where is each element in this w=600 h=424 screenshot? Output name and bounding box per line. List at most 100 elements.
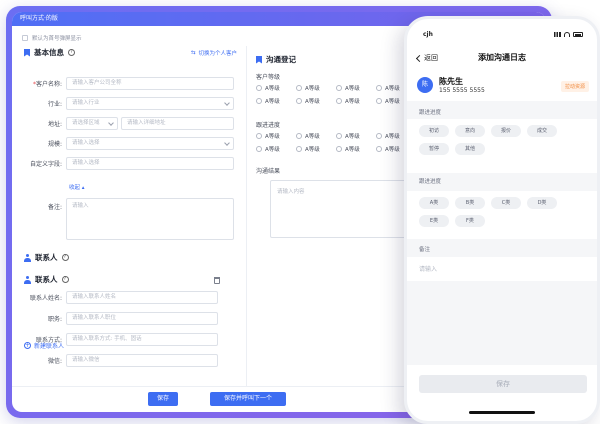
custom-field-input[interactable]: 请输入选择 [66,156,234,170]
contact-title-input[interactable]: 请输入联系人职位 [66,311,218,325]
progress-chip-group: 初访 意向 报价 成交暂停 其他 [419,125,589,155]
trash-icon[interactable] [214,277,220,284]
basic-info-heading: 基本信息 ? [24,47,75,58]
default-popup-checkbox[interactable]: 默认为首号弹屏显示 [22,34,82,42]
radio-label: A等级 [385,147,400,153]
customer-name-label: 客户名称: [35,80,62,88]
field-custom: 自定义字段: 请输入选择 [12,156,234,170]
customer-name-input[interactable]: 请输入客户公司全称 [66,76,234,90]
chip[interactable]: 暂停 [419,143,449,155]
field-scale: 规模: 请输入选择 [12,136,234,150]
field-address: 地址: 请选择区域 请输入详细地址 [12,116,234,130]
contact-item-heading: 联系人 ? [24,274,69,285]
contact-wechat-input[interactable]: 请输入微信 [66,353,218,367]
radio-circle-icon [296,133,302,139]
contact-card: 陈 陈先生 155 5555 5555 拉动资源 [417,75,589,103]
radio-label: A等级 [345,86,360,92]
save-and-call-next-button[interactable]: 保存并呼叫下一个 [210,392,286,406]
remark-textarea[interactable]: 请输入 [66,198,234,240]
person-icon [24,253,31,262]
chip[interactable]: 报价 [491,125,521,137]
radio-label: A等级 [345,99,360,105]
field-customer-name: *客户名称: 请输入客户公司全称 [12,76,234,90]
home-indicator [469,411,535,414]
chip[interactable]: E类 [419,215,449,227]
radio-circle-icon [296,85,302,91]
chevron-left-icon [415,54,424,62]
field-remark: 备注: 请输入 [12,198,234,244]
mobile-remark-input[interactable]: 请输入 [419,264,437,273]
radio-label: A等级 [305,99,320,105]
comm-heading: 沟通登记 [256,54,296,65]
chip[interactable]: 其他 [455,143,485,155]
follow-progress-label: 跟进进度 [256,122,281,129]
radio-circle-icon [376,85,382,91]
follow-progress-option[interactable]: A等级 [256,132,290,140]
customer-level-option[interactable]: A等级 [256,84,290,92]
radio-label: A等级 [265,99,280,105]
radio-circle-icon [336,98,342,104]
switch-to-personal-link[interactable]: ⇆ 切换为个人客户 [191,49,237,57]
contact-phone-input[interactable]: 请输入联系方式: 手机、固话 [66,332,218,346]
field-industry: 行业: 请输入行业 [12,96,234,110]
industry-select[interactable]: 请输入行业 [66,96,234,110]
mobile-save-button[interactable]: 保存 [419,375,587,393]
checkbox-label: 默认为首号弹屏显示 [32,36,82,42]
contacts-section-title: 联系人 [35,253,58,262]
region-select[interactable]: 请选择区域 [66,116,118,130]
radio-circle-icon [256,98,262,104]
follow-progress-option[interactable]: A等级 [336,145,370,153]
save-button[interactable]: 保存 [148,392,178,406]
chip[interactable]: C类 [491,197,521,209]
chip[interactable]: 成交 [527,125,557,137]
plus-circle-icon: + [24,342,31,349]
radio-circle-icon [336,85,342,91]
radio-circle-icon [376,146,382,152]
customer-level-option[interactable]: A等级 [296,84,330,92]
region-placeholder: 请选择区域 [72,119,100,126]
comm-result-textarea[interactable]: 请输入内容 [270,180,420,238]
bookmark-icon [256,55,262,64]
battery-icon [573,32,583,37]
add-contact-button[interactable]: + 新建联系人 [24,341,64,350]
follow-progress-option[interactable]: A等级 [296,145,330,153]
help-icon[interactable]: ? [61,254,69,261]
mobile-navbar: 添加沟通日志 返回 [407,53,597,67]
radio-label: A等级 [305,134,320,140]
radio-label: A等级 [345,147,360,153]
help-icon[interactable]: ? [61,276,69,283]
customer-level-radios: A等级 A等级 A等级 A等级 A等级 A等级 A等级 A等级 [256,84,416,105]
chevron-down-icon [224,99,230,106]
customer-level-option[interactable]: A等级 [336,84,370,92]
chip[interactable]: 意向 [455,125,485,137]
checkbox-box[interactable] [22,35,28,41]
collapse-toggle[interactable]: 收起 ▴ [69,183,85,191]
follow-progress-option[interactable]: A等级 [256,145,290,153]
follow-progress-option[interactable]: A等级 [336,132,370,140]
radio-label: A等级 [305,86,320,92]
chip[interactable]: 初访 [419,125,449,137]
scale-select[interactable]: 请输入选择 [66,136,234,150]
chevron-down-icon [224,139,230,146]
bookmark-icon [24,48,30,57]
address-detail-input[interactable]: 请输入详细地址 [121,116,234,130]
back-label: 返回 [424,54,438,62]
customer-level-option[interactable]: A等级 [256,97,290,105]
chip[interactable]: F类 [455,215,485,227]
customer-level-option[interactable]: A等级 [336,97,370,105]
radio-circle-icon [256,146,262,152]
follow-progress-option[interactable]: A等级 [296,132,330,140]
chip[interactable]: B类 [455,197,485,209]
comm-title: 沟通登记 [266,55,296,64]
field-contact-title: 职务: 请输入联系人职位 [12,311,218,325]
customer-level-option[interactable]: A等级 [296,97,330,105]
chip[interactable]: A类 [419,197,449,209]
help-icon[interactable]: ? [68,49,75,56]
radio-circle-icon [376,133,382,139]
contact-wechat-label: 微信: [47,357,62,365]
remark-label: 备注: [47,204,62,211]
back-button[interactable]: 返回 [415,53,438,63]
radio-label: A等级 [385,86,400,92]
contact-name-input[interactable]: 请输入联系人姓名 [66,290,218,304]
chip[interactable]: D类 [527,197,557,209]
